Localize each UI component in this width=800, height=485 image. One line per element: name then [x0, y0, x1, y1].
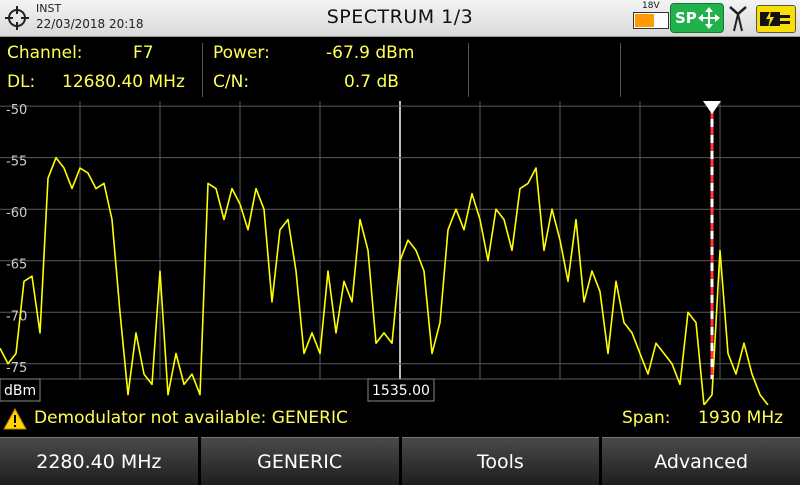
sp-label: SP — [675, 9, 697, 27]
spectrum-plot[interactable]: -50 -55 -60 -65 -70 -75 dBm 1535.00 — [0, 101, 800, 405]
panel-divider — [468, 43, 469, 97]
status-bar: Demodulator not available: GENERIC Span:… — [0, 405, 800, 433]
softkey-advanced[interactable]: Advanced — [602, 437, 800, 485]
lnb-voltage: 18V — [642, 1, 660, 11]
battery-icon — [633, 12, 669, 29]
y-tick-label: -65 — [6, 258, 27, 273]
warning-message: Demodulator not available: GENERIC — [34, 408, 348, 428]
center-frequency-label: 1535.00 — [372, 383, 430, 399]
y-tick-label: -60 — [6, 206, 27, 221]
y-tick-label: -70 — [6, 309, 27, 324]
marker-triangle-icon — [703, 101, 721, 114]
softkey-tools[interactable]: Tools — [401, 437, 600, 485]
span-label: Span: — [622, 408, 671, 428]
power-plug-icon — [756, 5, 796, 33]
move-arrows-icon — [698, 7, 720, 29]
panel-divider — [202, 43, 203, 97]
power-label: Power: — [213, 43, 270, 63]
softkey-bar: 2280.40 MHz GENERIC Tools Advanced — [0, 437, 800, 485]
y-tick-label: -55 — [6, 155, 27, 170]
unit-label: dBm — [4, 383, 36, 399]
dl-value: 12680.40 MHz — [62, 72, 185, 92]
spectrum-trace — [0, 156, 769, 405]
top-status-bar: INST 22/03/2018 20:18 SPECTRUM 1/3 18V S… — [0, 0, 800, 37]
sp-button[interactable]: SP — [670, 3, 724, 33]
warning-icon — [3, 408, 27, 430]
span-value: 1930 MHz — [698, 408, 784, 428]
antenna-icon — [729, 6, 747, 32]
softkey-signal-type[interactable]: GENERIC — [200, 437, 399, 485]
channel-label: Channel: — [7, 43, 83, 63]
softkey-center-frequency[interactable]: 2280.40 MHz — [0, 437, 198, 485]
channel-value: F7 — [133, 43, 154, 63]
cn-label: C/N: — [213, 72, 250, 92]
spectrum-chart[interactable]: -50-55-60-65-70-75 dBm 1535.00 — [0, 101, 800, 405]
y-tick-label: -50 — [6, 103, 27, 118]
power-value: -67.9 dBm — [326, 43, 415, 63]
panel-divider — [620, 43, 621, 97]
dl-label: DL: — [7, 72, 36, 92]
measurement-panel: Channel: F7 DL: 12680.40 MHz Power: -67.… — [0, 37, 800, 101]
cn-value: 0.7 dB — [344, 72, 399, 92]
